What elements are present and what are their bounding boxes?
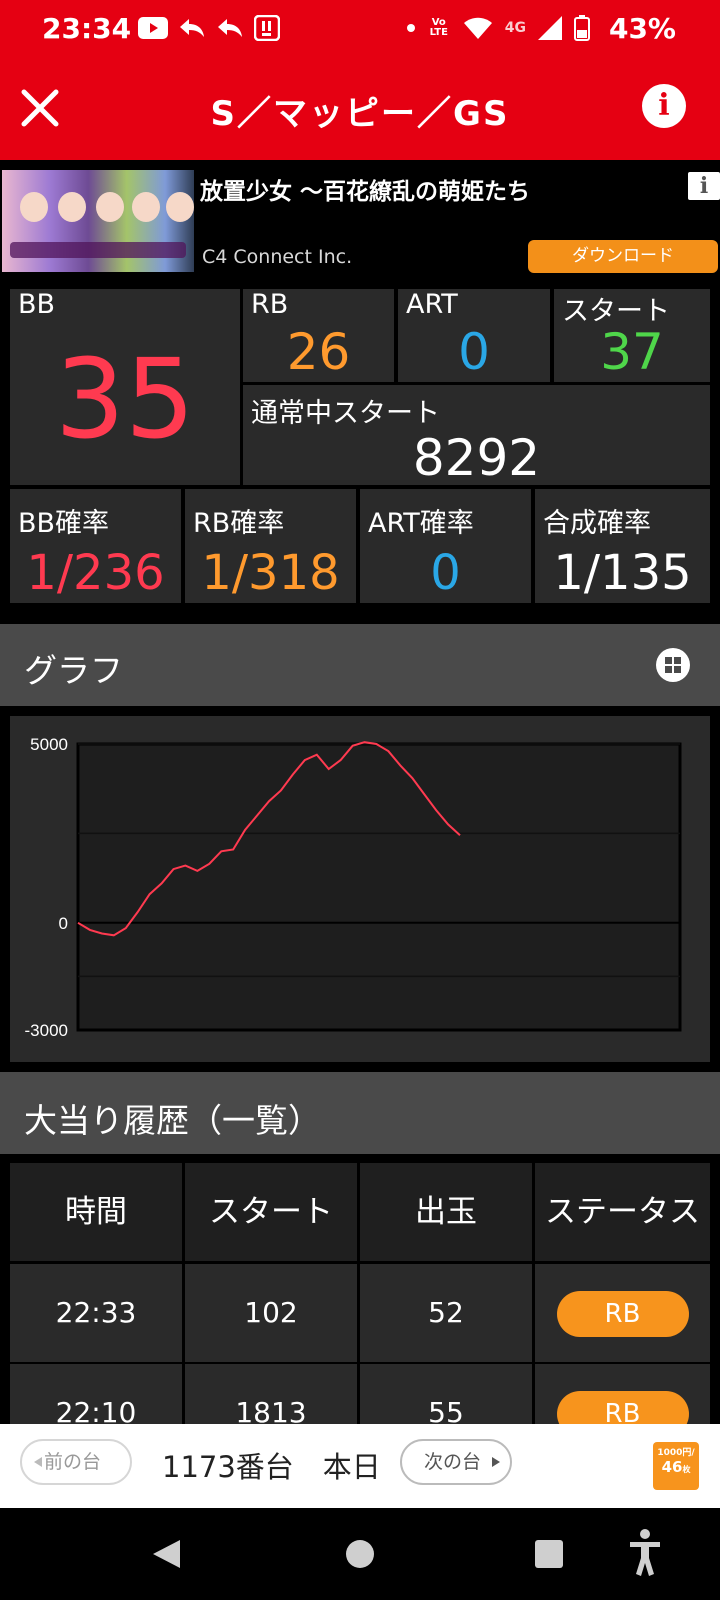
header-status: ステータス <box>535 1163 710 1261</box>
table-header: 時間 スタート 出玉 ステータス <box>10 1163 710 1261</box>
wifi-icon <box>463 16 493 40</box>
graph-panel: 5000 0 -3000 <box>10 716 710 1062</box>
bb-prob-label: BB確率 <box>18 508 110 539</box>
total-prob-label: 合成確率 <box>543 508 651 539</box>
clock: 23:34 <box>42 12 132 45</box>
ad-banner[interactable]: 放置少女 〜百花繚乱の萌姫たち C4 Connect Inc. i ダウンロード <box>0 160 720 278</box>
price-rate-badge[interactable]: 1000円/ 46枚 <box>653 1442 699 1490</box>
app-bar: S／マッピー／GS i <box>0 60 720 160</box>
machine-label: 1173番台 本日 <box>162 1450 381 1484</box>
info-icon: i <box>658 88 670 123</box>
history-section-header: 大当り履歴（一覧） <box>0 1072 720 1154</box>
reply-icon-2 <box>216 17 244 39</box>
ad-title[interactable]: 放置少女 〜百花繚乱の萌姫たち <box>200 172 530 206</box>
youtube-icon <box>138 17 168 39</box>
art-cell: ART 0 <box>398 289 550 382</box>
header-payout: 出玉 <box>360 1163 532 1261</box>
back-icon <box>153 1540 180 1568</box>
grid-view-button[interactable] <box>656 648 690 682</box>
table-row[interactable]: 22:33 102 52 RB <box>10 1264 710 1362</box>
volte-icon: Vo LTE <box>429 17 448 38</box>
row-time: 22:33 <box>10 1264 182 1362</box>
total-prob-cell: 合成確率 1/135 <box>535 489 710 603</box>
app-header: 23:34 Vo LTE 4G 43% S／マッピー／GS i <box>0 0 720 160</box>
row-status-cell: RB <box>535 1364 710 1424</box>
normal-start-label: 通常中スタート <box>251 398 440 429</box>
accessibility-icon <box>630 1529 660 1576</box>
rb-prob-cell: RB確率 1/318 <box>185 489 356 603</box>
graph-section-title: グラフ <box>24 651 123 690</box>
row-time: 22:10 <box>10 1364 182 1424</box>
battery-percent: 43% <box>608 12 676 45</box>
chevron-left-icon <box>34 1457 42 1467</box>
status-bar: 23:34 Vo LTE 4G 43% <box>0 0 720 56</box>
info-button[interactable]: i <box>642 84 686 128</box>
page-title: S／マッピー／GS <box>210 94 510 134</box>
reply-icon <box>178 17 206 39</box>
machine-nav-bar: 前の台 1173番台 本日 次の台 1000円/ 46枚 <box>0 1424 720 1508</box>
header-start: スタート <box>185 1163 357 1261</box>
bb-cell: BB 35 <box>10 289 240 485</box>
normal-start-value: 8292 <box>412 429 541 487</box>
rb-prob-label: RB確率 <box>193 508 285 539</box>
status-badge[interactable]: RB <box>556 1291 689 1337</box>
art-prob-cell: ART確率 0 <box>360 489 531 603</box>
row-payout: 52 <box>360 1264 532 1362</box>
graph-section-header: グラフ <box>0 624 720 706</box>
table-row[interactable]: 22:10 1813 55 RB <box>10 1364 710 1424</box>
y-tick-label: -3000 <box>25 1021 68 1040</box>
app-notification-icon <box>254 15 280 41</box>
bb-value: 35 <box>55 335 195 463</box>
ad-thumbnail[interactable] <box>2 170 194 272</box>
start-cell: スタート 37 <box>554 289 710 382</box>
y-tick-label: 0 <box>59 914 68 933</box>
ad-download-button[interactable]: ダウンロード <box>528 240 718 273</box>
bb-prob-cell: BB確率 1/236 <box>10 489 181 603</box>
battery-icon <box>574 15 590 41</box>
normal-start-cell: 通常中スタート 8292 <box>243 385 710 487</box>
art-prob-value: 0 <box>430 545 461 601</box>
art-value: 0 <box>458 323 490 381</box>
ad-info-icon[interactable]: i <box>688 172 720 200</box>
plot-area <box>76 742 682 1032</box>
history-section-title: 大当り履歴（一覧） <box>24 1101 321 1140</box>
row-payout: 55 <box>360 1364 532 1424</box>
bb-label: BB <box>18 289 56 320</box>
art-label: ART <box>406 289 458 320</box>
bb-prob-value: 1/236 <box>26 545 165 601</box>
row-start: 102 <box>185 1264 357 1362</box>
total-prob-value: 1/135 <box>553 545 692 601</box>
signal-icon <box>538 16 562 40</box>
prev-machine-button[interactable]: 前の台 <box>20 1439 132 1485</box>
line-chart: 5000 0 -3000 <box>25 735 682 1040</box>
chevron-right-icon <box>492 1457 500 1467</box>
recents-icon <box>535 1540 563 1568</box>
row-start: 1813 <box>185 1364 357 1424</box>
home-icon <box>346 1540 374 1568</box>
ad-company: C4 Connect Inc. <box>202 246 353 268</box>
rb-label: RB <box>251 289 289 320</box>
dot-icon <box>406 24 415 32</box>
next-machine-button[interactable]: 次の台 <box>400 1439 512 1485</box>
start-value: 37 <box>600 323 664 381</box>
status-badge[interactable]: RB <box>556 1391 689 1424</box>
art-prob-label: ART確率 <box>368 508 474 539</box>
header-time: 時間 <box>10 1163 182 1261</box>
rb-cell: RB 26 <box>243 289 394 382</box>
rb-prob-value: 1/318 <box>201 545 340 601</box>
y-tick-label: 5000 <box>30 735 68 754</box>
network-type-label: 4G <box>504 20 526 36</box>
row-status-cell: RB <box>535 1264 710 1362</box>
system-nav-bar <box>0 1508 720 1600</box>
rb-value: 26 <box>286 323 351 381</box>
